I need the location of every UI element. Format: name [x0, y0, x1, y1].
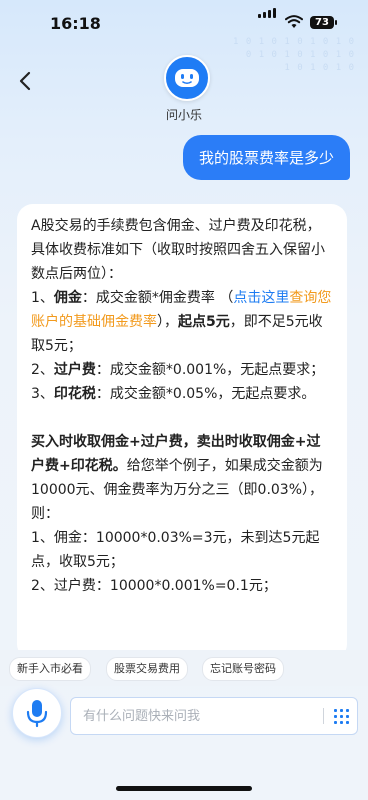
- item-number: 3、: [31, 386, 54, 402]
- assistant-avatar[interactable]: [164, 55, 210, 101]
- keypad-grid-icon[interactable]: [333, 708, 349, 724]
- item-text: ：成交金额*0.001%，无起点要求；: [95, 362, 325, 378]
- battery-nub: [335, 20, 337, 25]
- binary-line: 1 0 1 0 1 0: [284, 63, 355, 73]
- example-transfer: 2、过户费：10000*0.001%=0.1元；: [31, 578, 277, 594]
- item-text: ），: [157, 314, 178, 330]
- robot-face-icon: [175, 69, 199, 87]
- item-term-transfer: 过户费: [53, 362, 96, 378]
- item-term-commission: 佣金: [53, 290, 82, 306]
- status-time: 16:18: [50, 14, 101, 33]
- voice-input-button[interactable]: [12, 688, 62, 738]
- message-input-box: [70, 697, 358, 735]
- binary-line: 0 1 0 1 0 1 0 1 0: [245, 50, 355, 60]
- assistant-name: 问小乐: [165, 108, 202, 122]
- fee-item-transfer: 2、过户费：成交金额*0.001%，无起点要求；: [31, 358, 333, 382]
- fee-item-stamp-duty: 3、印花税：成交金额*0.05%，无起点要求。: [31, 382, 333, 406]
- quick-reply-chip[interactable]: 股票交易费用: [106, 657, 188, 681]
- microphone-icon: [26, 700, 48, 728]
- fee-item-commission: 1、佣金：成交金额*佣金费率 （点击这里查询您账户的基础佣金费率），起点5元，即…: [31, 286, 333, 358]
- item-term-stamp-duty: 印花税: [53, 386, 96, 402]
- item-text: ：成交金额*0.05%，无起点要求。: [95, 386, 316, 402]
- bot-message-bubble: A股交易的手续费包含佣金、过户费及印花税，具体收费标准如下（收取时按照四舍五入保…: [17, 204, 347, 660]
- click-here-link[interactable]: 点击这里: [233, 290, 289, 306]
- quick-reply-chip[interactable]: 忘记账号密码: [202, 657, 284, 681]
- user-message-bubble: 我的股票费率是多少: [182, 135, 350, 180]
- home-indicator: [116, 786, 252, 791]
- item-min-fee: 起点5元: [178, 314, 230, 330]
- item-text: ：成交金额*佣金费率 （: [81, 290, 234, 306]
- input-divider: [323, 708, 324, 724]
- quick-reply-bar: 新手入市必看 股票交易费用 忘记账号密码: [0, 650, 368, 686]
- binary-decoration: 1 0 1 0 1 0 1 0 1 0 0 1 0 1 0 1 0 1 0 1 …: [215, 36, 355, 75]
- back-arrow-icon[interactable]: [14, 66, 38, 96]
- item-number: 2、: [31, 362, 54, 378]
- item-number: 1、: [31, 290, 54, 306]
- wifi-icon: [285, 15, 303, 28]
- quick-reply-chip[interactable]: 新手入市必看: [9, 657, 91, 681]
- binary-line: 1 0 1 0 1 0 1 0 1 0: [233, 37, 355, 47]
- bot-intro-text: A股交易的手续费包含佣金、过户费及印花税，具体收费标准如下（收取时按照四舍五入保…: [31, 218, 325, 282]
- message-input[interactable]: [81, 704, 315, 728]
- example-paragraph: 买入时收取佣金+过户费，卖出时收取佣金+过户费+印花税。给您举个例子，如果成交金…: [31, 430, 333, 526]
- example-commission: 1、佣金：10000*0.03%=3元，未到达5元起点，收取5元；: [31, 530, 320, 570]
- battery-icon: 73: [310, 16, 334, 29]
